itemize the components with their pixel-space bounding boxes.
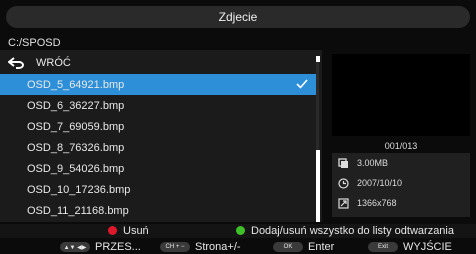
nav-hint[interactable]: PRZES... bbox=[95, 241, 141, 253]
file-info-panel: 3.00MB 2007/10/10 1366x768 bbox=[332, 153, 470, 217]
file-size: 3.00MB bbox=[357, 158, 389, 168]
file-item[interactable]: OSD_7_69059.bmp bbox=[0, 116, 316, 137]
back-label: WRÓĆ bbox=[36, 56, 71, 69]
back-arrow-icon bbox=[8, 56, 24, 69]
file-list: WRÓĆ OSD_5_64921.bmp OSD_6_36227.bmp OSD… bbox=[0, 50, 322, 222]
file-name: OSD_6_36227.bmp bbox=[27, 99, 125, 112]
file-name: OSD_10_17236.bmp bbox=[27, 183, 131, 196]
file-date: 2007/10/10 bbox=[357, 178, 403, 188]
file-resolution-row: 1366x768 bbox=[338, 195, 397, 211]
file-item[interactable]: OSD_11_21168.bmp bbox=[0, 200, 316, 221]
file-name: OSD_11_21168.bmp bbox=[27, 204, 129, 217]
checkmark-icon bbox=[296, 79, 308, 89]
exit-key-icon: Exit bbox=[368, 242, 398, 252]
file-size-row: 3.00MB bbox=[338, 155, 388, 171]
page-hint[interactable]: Strona+/- bbox=[195, 241, 241, 253]
file-name: OSD_7_69059.bmp bbox=[27, 120, 125, 133]
add-remove-all-label[interactable]: Dodaj/usuń wszystko do listy odtwarzania bbox=[251, 225, 454, 237]
status-bar: Usuń Dodaj/usuń wszystko do listy odtwar… bbox=[0, 224, 476, 238]
scrollbar-thumb[interactable] bbox=[316, 150, 320, 222]
back-button[interactable]: WRÓĆ bbox=[0, 52, 316, 73]
clock-icon bbox=[338, 177, 349, 189]
file-name: OSD_5_64921.bmp bbox=[27, 78, 125, 91]
file-resolution: 1366x768 bbox=[357, 198, 397, 208]
current-path: C:/SPOSD bbox=[8, 37, 61, 49]
file-item[interactable]: OSD_5_64921.bmp bbox=[0, 74, 316, 95]
exit-hint[interactable]: WYJŚCIE bbox=[403, 241, 452, 253]
green-button-icon bbox=[236, 226, 245, 235]
file-size-icon bbox=[338, 157, 348, 168]
red-button-icon bbox=[108, 226, 117, 235]
file-name: OSD_8_76326.bmp bbox=[27, 141, 125, 154]
title-bar: Zdjecie bbox=[6, 6, 470, 28]
enter-hint[interactable]: Enter bbox=[308, 241, 334, 253]
key-hints-bar: ▲▼ ◀▶ PRZES... CH + − Strona+/- OK Enter… bbox=[0, 240, 476, 254]
resolution-icon bbox=[338, 197, 349, 209]
file-item[interactable]: OSD_6_36227.bmp bbox=[0, 95, 316, 116]
file-item[interactable]: OSD_8_76326.bmp bbox=[0, 137, 316, 158]
channel-keys-icon: CH + − bbox=[160, 242, 190, 252]
file-item[interactable]: OSD_10_17236.bmp bbox=[0, 179, 316, 200]
file-item[interactable]: OSD_9_54026.bmp bbox=[0, 158, 316, 179]
file-counter: 001/013 bbox=[384, 141, 418, 151]
delete-label[interactable]: Usuń bbox=[123, 225, 149, 237]
file-name: OSD_9_54026.bmp bbox=[27, 162, 125, 175]
page-title: Zdjecie bbox=[218, 10, 258, 24]
image-preview bbox=[332, 54, 470, 136]
nav-keys-icon: ▲▼ ◀▶ bbox=[60, 242, 90, 252]
file-date-row: 2007/10/10 bbox=[338, 175, 402, 191]
ok-key-icon: OK bbox=[273, 242, 303, 252]
scrollbar-top-marker bbox=[316, 56, 320, 62]
